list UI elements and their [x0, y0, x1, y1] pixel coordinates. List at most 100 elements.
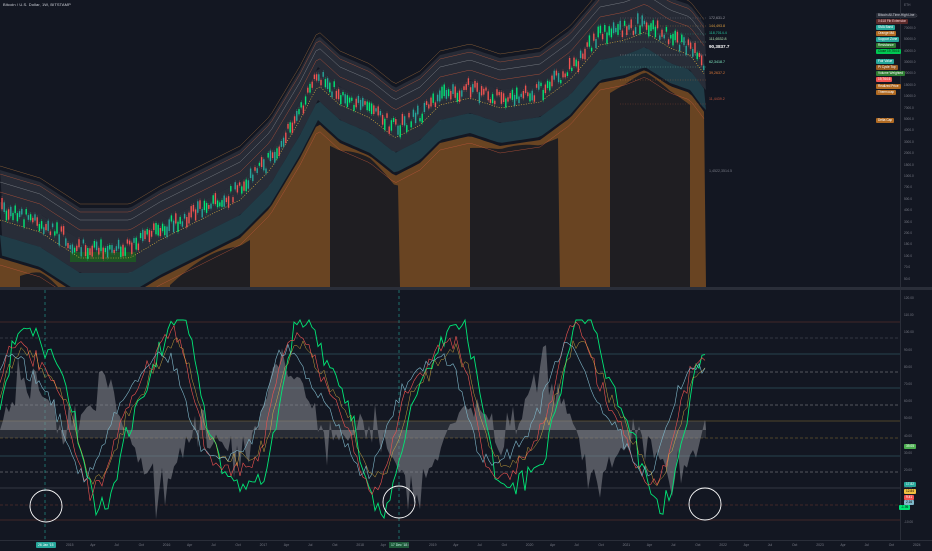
candle-body [324, 79, 327, 88]
candle-body [179, 216, 181, 224]
candle-body [183, 213, 186, 219]
candle-body [571, 67, 573, 71]
candle-body [452, 84, 454, 94]
candle-body [342, 92, 344, 96]
chart-title: Bitcoin / U.S. Dollar, 1W, BITSTAMP [3, 2, 71, 7]
candle-body [399, 125, 401, 138]
price-level-label: 90,3837.7 [709, 44, 730, 49]
candle-body [617, 24, 619, 35]
candle-body [377, 106, 379, 116]
candle-body [533, 95, 536, 102]
indicator-tag[interactable]: Thermocap [876, 90, 897, 95]
candle-body [476, 82, 478, 92]
time-tick: Apr [380, 543, 386, 547]
candle-body [7, 209, 10, 220]
indicator-tag[interactable]: Delta Cap [876, 118, 895, 123]
candle-body [245, 179, 247, 192]
candle-body [144, 230, 146, 240]
candle-body [170, 215, 173, 222]
price-chart-canvas[interactable] [0, 0, 900, 287]
price-tick: 100.0 [904, 253, 912, 258]
candle-body [373, 105, 375, 115]
candle-body [487, 91, 489, 101]
candle-body [654, 26, 657, 38]
time-tick: Jul [211, 543, 216, 547]
price-level-label: 11,4439.2 [709, 97, 725, 101]
candle-body [5, 210, 8, 221]
candle-body [397, 125, 399, 135]
price-tick: 4000.0 [904, 128, 914, 133]
price-tick: 20000.0 [904, 71, 916, 76]
candle-body [538, 81, 540, 90]
indicator-tag[interactable]: Bitcoin All-Time-High Line [876, 13, 917, 18]
candle-body [223, 195, 225, 207]
candle-body [201, 209, 203, 218]
oscillator-value-tag: 39.05 [904, 444, 916, 449]
candle-body [612, 22, 615, 34]
candle-body [456, 92, 459, 102]
candle-body [630, 19, 632, 29]
oscillator-pane[interactable] [0, 290, 900, 540]
price-tick: 40000.0 [904, 48, 916, 53]
time-axis[interactable]: 26 Jan '15 17 Dec '18 2015 Apr Jul Oct 2016 A… [0, 540, 932, 551]
candle-body [161, 223, 164, 232]
indicator-tag[interactable]: Orange MA [876, 31, 897, 36]
candle-body [25, 209, 27, 215]
price-pane[interactable] [0, 0, 900, 287]
indicator-tag[interactable]: SMA Band [876, 25, 896, 30]
candle-body [56, 222, 58, 234]
candle-body [597, 26, 599, 38]
time-tick: Apr [187, 543, 193, 547]
indicator-tag[interactable]: 0.618 Fib Extension [876, 19, 909, 24]
candle-body [214, 193, 217, 205]
oscillator-chart-canvas[interactable] [0, 290, 900, 540]
tradingview-chart: Bitcoin / U.S. Dollar, 1W, BITSTAMP ETH 1… [0, 0, 932, 551]
candle-body [395, 119, 397, 125]
indicator-tag[interactable]: Fair Value [876, 59, 895, 64]
time-tick: 2019 [429, 543, 437, 547]
indicator-tag[interactable]: Pi Cycle Top [876, 65, 898, 70]
candle-body [344, 94, 346, 104]
time-tick: Apr [743, 543, 749, 547]
candle-body [661, 29, 663, 37]
indicator-tag[interactable]: Resistance [876, 43, 896, 48]
indicator-tag[interactable]: Realized Price [876, 84, 901, 89]
candle-body [27, 215, 30, 220]
oscillator-value-tag: 17.82 [904, 482, 916, 487]
candle-body [131, 242, 133, 255]
candle-body [307, 87, 309, 93]
time-tick: Apr [453, 543, 459, 547]
price-tick: 50.0 [904, 276, 911, 281]
candle-body [100, 239, 102, 252]
candle-body [188, 212, 190, 224]
candle-body [535, 84, 538, 88]
candle-body [304, 96, 307, 105]
osc-tick: 100.00 [904, 330, 914, 335]
candle-body [406, 125, 408, 133]
price-tick: 3000.0 [904, 139, 914, 144]
time-tick: 2023 [816, 543, 824, 547]
price-axis[interactable]: ETH120000.070000.050000.040000.030000.02… [900, 0, 932, 287]
candle-body [234, 182, 236, 190]
candle-body [527, 92, 529, 97]
candle-body [601, 33, 604, 40]
candle-body [175, 213, 177, 224]
candle-body [579, 50, 582, 59]
candle-body [47, 220, 49, 231]
candle-body [80, 247, 82, 257]
candle-body [142, 229, 144, 242]
indicator-tag[interactable]: Volume Weighted [876, 71, 905, 76]
candle-body [69, 245, 71, 250]
candle-body [628, 24, 630, 30]
indicator-tag[interactable]: Support Zone [876, 37, 900, 42]
indicator-tag[interactable]: Close 19,764.6 [876, 49, 902, 54]
candle-body [403, 116, 406, 126]
candle-body [54, 231, 56, 236]
candle-body [87, 248, 89, 259]
candle-body [236, 185, 239, 193]
indicator-tag[interactable]: 19,764.6 [876, 77, 893, 82]
candle-body [694, 42, 696, 54]
candle-body [95, 241, 98, 251]
candle-body [181, 221, 184, 227]
candle-body [208, 205, 210, 209]
